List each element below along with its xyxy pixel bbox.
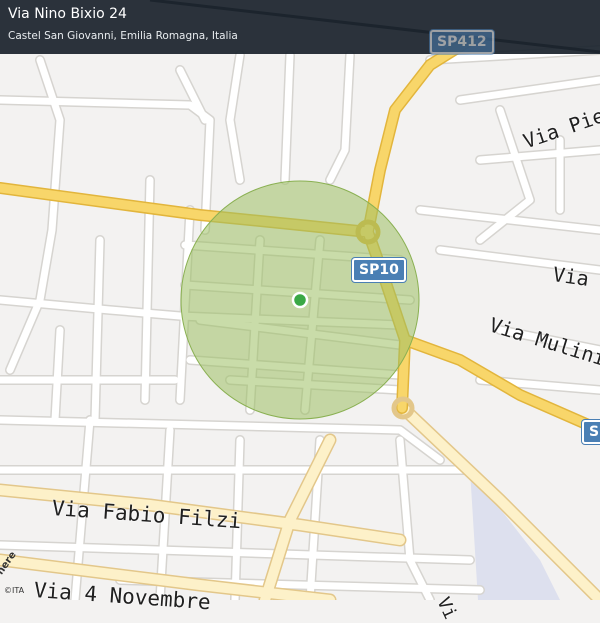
attribution-text: ©ITA [4,586,25,595]
address-subtitle: Castel San Giovanni, Emilia Romagna, Ita… [8,30,238,42]
road-shield-sp412: SP412 [430,30,494,54]
road-shield-sp10: SP10 [352,258,406,282]
address-header: Via Nino Bixio 24 Castel San Giovanni, E… [0,0,600,54]
road-shield-sp-edge: SP [582,420,600,444]
address-title: Via Nino Bixio 24 [8,6,127,22]
location-pin-icon[interactable] [291,291,309,309]
